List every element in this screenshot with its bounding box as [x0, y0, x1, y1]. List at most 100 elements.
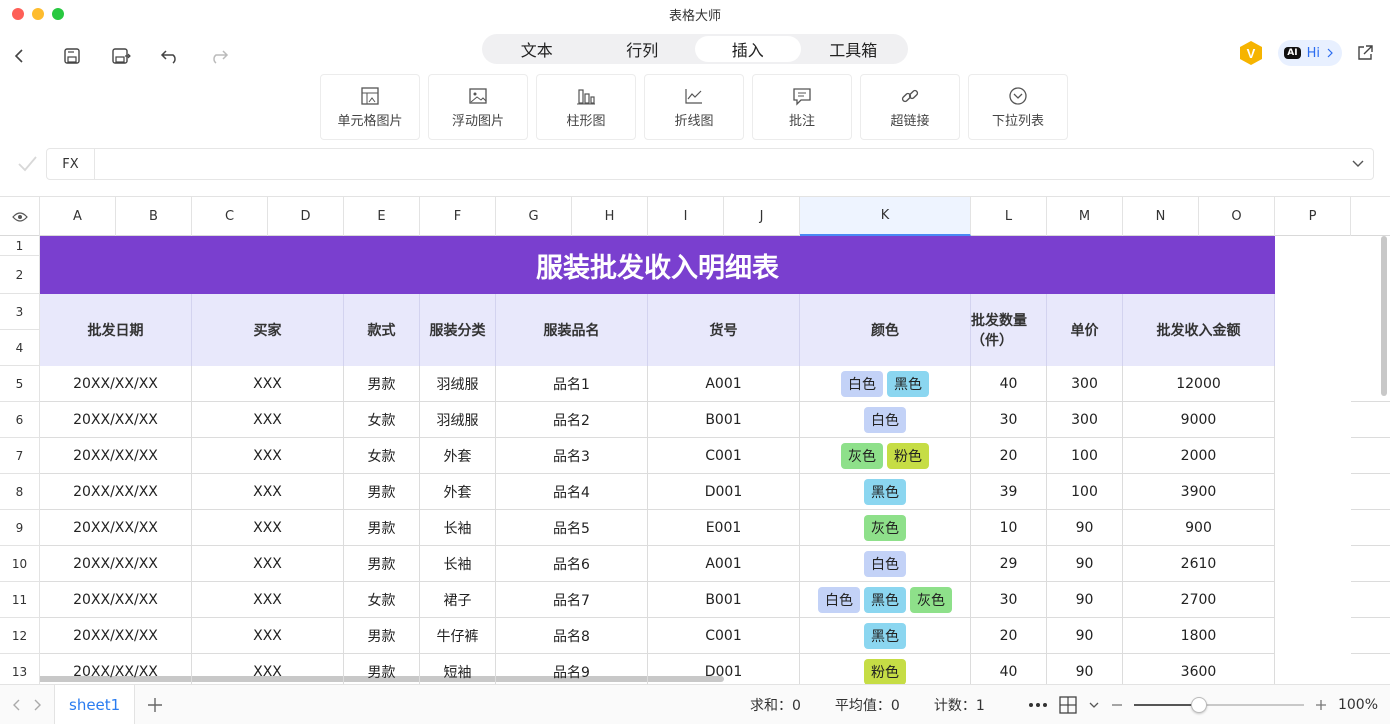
ribbon-button-bar-chart[interactable]: 柱形图 — [536, 74, 636, 140]
cell-colors[interactable]: 粉色 — [800, 654, 971, 684]
cell-code[interactable]: E001 — [648, 510, 800, 546]
cell-code[interactable]: C001 — [648, 438, 800, 474]
empty-cell[interactable] — [1351, 618, 1390, 654]
share-button[interactable] — [1356, 44, 1374, 62]
ribbon-button-link[interactable]: 超链接 — [860, 74, 960, 140]
cell-price[interactable]: 90 — [1047, 654, 1123, 684]
cell-category[interactable]: 长袖 — [420, 546, 496, 582]
column-header-d[interactable]: D — [268, 197, 344, 236]
cell-category[interactable]: 外套 — [420, 438, 496, 474]
cell-amount[interactable]: 900 — [1123, 510, 1275, 546]
cell-buyer[interactable]: XXX — [192, 438, 344, 474]
confirm-button[interactable] — [16, 154, 38, 178]
column-header-k[interactable]: K — [800, 197, 971, 236]
cell-buyer[interactable]: XXX — [192, 402, 344, 438]
cell-code[interactable]: D001 — [648, 654, 800, 684]
empty-cell[interactable] — [1351, 402, 1390, 438]
cell-name[interactable]: 品名8 — [496, 618, 648, 654]
cell-date[interactable]: 20XX/XX/XX — [40, 438, 192, 474]
cell-code[interactable]: D001 — [648, 474, 800, 510]
cell-amount[interactable]: 12000 — [1123, 366, 1275, 402]
cell-category[interactable]: 短袖 — [420, 654, 496, 684]
undo-button[interactable] — [156, 42, 184, 70]
cell-qty[interactable]: 30 — [971, 582, 1047, 618]
column-header-j[interactable]: J — [724, 197, 800, 236]
cell-style[interactable]: 女款 — [344, 402, 420, 438]
select-all-corner[interactable] — [0, 197, 40, 236]
cell-colors[interactable]: 黑色 — [800, 618, 971, 654]
cell-date[interactable]: 20XX/XX/XX — [40, 474, 192, 510]
column-title[interactable]: 款式 — [344, 294, 420, 366]
tab-2[interactable]: 插入 — [695, 36, 801, 62]
cell-buyer[interactable]: XXX — [192, 618, 344, 654]
row-header[interactable]: 4 — [0, 330, 40, 366]
cell-name[interactable]: 品名3 — [496, 438, 648, 474]
ai-assistant-button[interactable]: AI Hi — [1278, 40, 1342, 66]
cell-qty[interactable]: 29 — [971, 546, 1047, 582]
cell-style[interactable]: 女款 — [344, 438, 420, 474]
cell-style[interactable]: 男款 — [344, 654, 420, 684]
ribbon-button-cell-image[interactable]: 单元格图片 — [320, 74, 420, 140]
cell-price[interactable]: 300 — [1047, 402, 1123, 438]
cell-colors[interactable]: 白色 黑色 灰色 — [800, 582, 971, 618]
column-header-i[interactable]: I — [648, 197, 724, 236]
column-title[interactable]: 货号 — [648, 294, 800, 366]
cell-amount[interactable]: 3900 — [1123, 474, 1275, 510]
cell-price[interactable]: 90 — [1047, 582, 1123, 618]
formula-input[interactable]: FX — [46, 148, 1374, 180]
column-title[interactable]: 批发收入金额 — [1123, 294, 1275, 366]
sheet-title[interactable]: 服装批发收入明细表 — [40, 236, 1275, 294]
sheet-next-icon[interactable] — [32, 698, 42, 712]
cell-price[interactable]: 300 — [1047, 366, 1123, 402]
row-header[interactable]: 6 — [0, 402, 40, 438]
cell-amount[interactable]: 2000 — [1123, 438, 1275, 474]
cell-name[interactable]: 品名2 — [496, 402, 648, 438]
row-header[interactable]: 12 — [0, 618, 40, 654]
cell-name[interactable]: 品名6 — [496, 546, 648, 582]
tab-3[interactable]: 工具箱 — [801, 36, 907, 62]
ribbon-button-image[interactable]: 浮动图片 — [428, 74, 528, 140]
sheet-tab[interactable]: sheet1 — [54, 684, 136, 724]
ribbon-button-line-chart[interactable]: 折线图 — [644, 74, 744, 140]
cell-qty[interactable]: 40 — [971, 654, 1047, 684]
ribbon-button-comment[interactable]: 批注 — [752, 74, 852, 140]
tab-0[interactable]: 文本 — [484, 36, 590, 62]
cell-price[interactable]: 100 — [1047, 438, 1123, 474]
cell-category[interactable]: 牛仔裤 — [420, 618, 496, 654]
column-header-overflow[interactable] — [1351, 197, 1390, 236]
cell-colors[interactable]: 白色 — [800, 546, 971, 582]
zoom-out-icon[interactable] — [1110, 698, 1124, 712]
zoom-slider-knob[interactable] — [1190, 697, 1207, 713]
cell-qty[interactable]: 10 — [971, 510, 1047, 546]
cell-category[interactable]: 长袖 — [420, 510, 496, 546]
zoom-in-icon[interactable] — [1314, 698, 1328, 712]
save-as-button[interactable] — [107, 42, 135, 70]
column-header-e[interactable]: E — [344, 197, 420, 236]
cell-colors[interactable]: 灰色 粉色 — [800, 438, 971, 474]
view-mode-icon[interactable] — [1058, 695, 1078, 715]
column-title[interactable]: 买家 — [192, 294, 344, 366]
empty-cell[interactable] — [1351, 474, 1390, 510]
more-icon[interactable] — [1028, 702, 1048, 708]
column-title[interactable]: 服装分类 — [420, 294, 496, 366]
cell-name[interactable]: 品名9 — [496, 654, 648, 684]
cell-name[interactable]: 品名4 — [496, 474, 648, 510]
cell-style[interactable]: 男款 — [344, 474, 420, 510]
ribbon-button-dropdown[interactable]: 下拉列表 — [968, 74, 1068, 140]
maximize-window-button[interactable] — [52, 8, 64, 20]
cell-buyer[interactable]: XXX — [192, 546, 344, 582]
cell-date[interactable]: 20XX/XX/XX — [40, 402, 192, 438]
chevron-down-icon[interactable] — [1088, 699, 1100, 711]
empty-cell[interactable] — [1351, 654, 1390, 684]
cell-category[interactable]: 外套 — [420, 474, 496, 510]
column-header-p[interactable]: P — [1275, 197, 1351, 236]
cell-amount[interactable]: 9000 — [1123, 402, 1275, 438]
cell-style[interactable]: 男款 — [344, 546, 420, 582]
row-header[interactable]: 5 — [0, 366, 40, 402]
cell-category[interactable]: 羽绒服 — [420, 402, 496, 438]
column-header-h[interactable]: H — [572, 197, 648, 236]
cell-buyer[interactable]: XXX — [192, 582, 344, 618]
cell-buyer[interactable]: XXX — [192, 654, 344, 684]
cell-price[interactable]: 90 — [1047, 546, 1123, 582]
cell-qty[interactable]: 20 — [971, 438, 1047, 474]
